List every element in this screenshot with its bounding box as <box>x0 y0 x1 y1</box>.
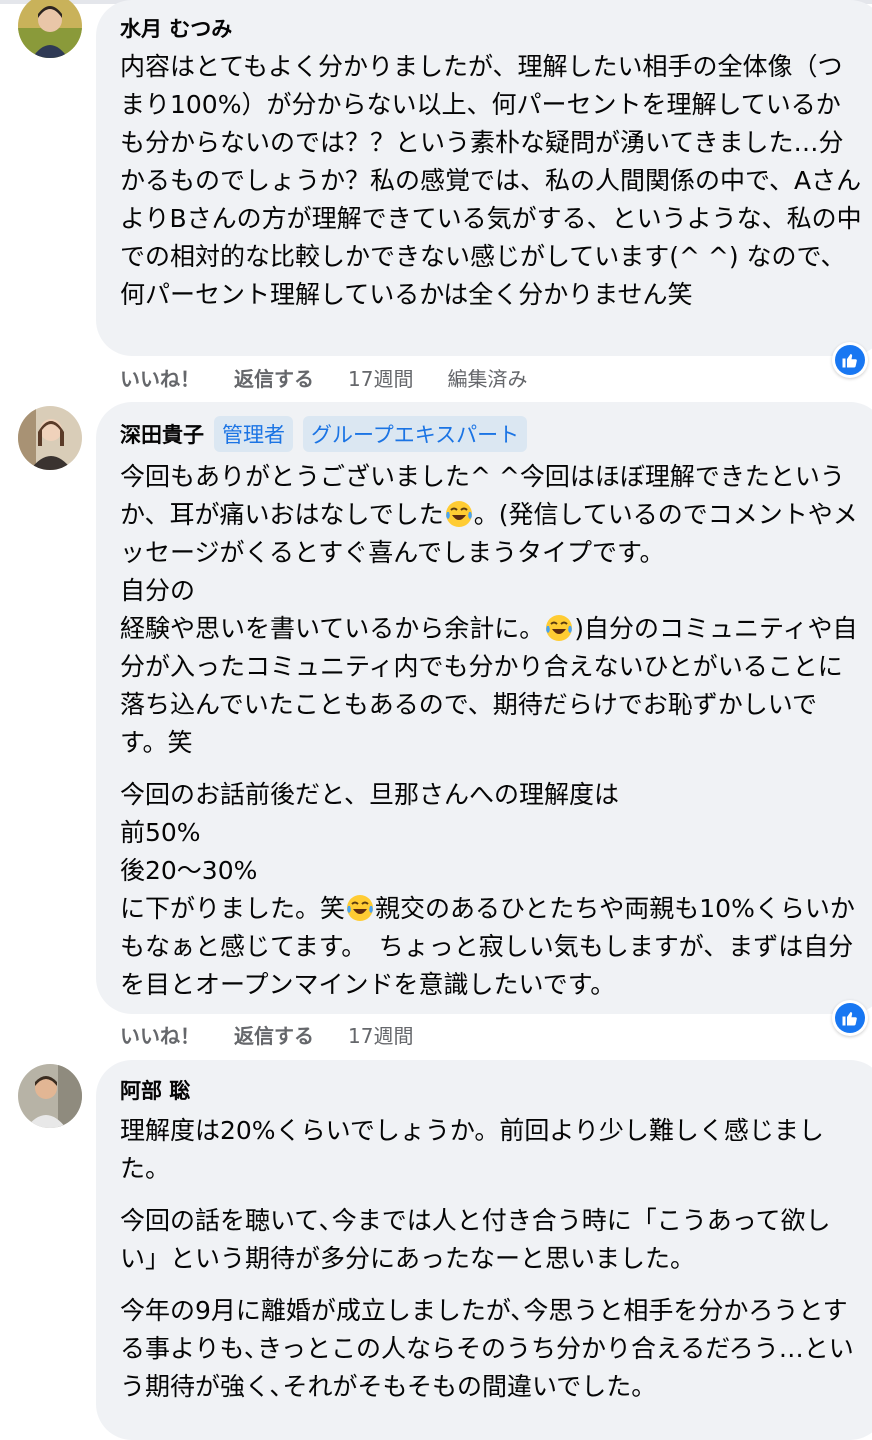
tears-of-joy-emoji-icon <box>347 895 374 921</box>
comment-text-paragraph-2: 今回の話を聴いて､今までは人と付き合う時に「こうあって欲しい」という期待が多分に… <box>120 1206 831 1273</box>
comment-text-paragraph-2: 今回のお話前後だと、旦那さんへの理解度は 前50% 後20〜30% に下がりました。笑… <box>120 776 862 1004</box>
tears-of-joy-emoji-icon <box>546 615 573 641</box>
admin-badge: 管理者 <box>214 416 293 452</box>
comment-bubble: 阿部 聡 理解度は20%くらいでしょうか。前回より少し難しく感じました。 今回の… <box>96 1060 872 1440</box>
text-segment: 後20〜30% <box>120 856 258 885</box>
tears-of-joy-emoji-icon <box>445 501 472 527</box>
text-segment: 前50% <box>120 818 201 847</box>
text-segment: 経験や思いを書いているから余計に。 <box>120 614 545 643</box>
like-reaction-badge[interactable] <box>832 342 868 378</box>
author-name[interactable]: 深田貴子 <box>120 419 204 449</box>
text-segment: 自分の <box>120 576 196 605</box>
timestamp[interactable]: 17週間 <box>348 1020 413 1049</box>
avatar[interactable] <box>18 406 82 470</box>
group-expert-badge: グループエキスパート <box>303 416 528 452</box>
like-button[interactable]: いいね！ <box>120 1020 200 1049</box>
edited-label: 編集済み <box>447 366 528 391</box>
author-name[interactable]: 阿部 聡 <box>120 1075 190 1105</box>
thumbs-up-icon <box>842 354 857 368</box>
like-reaction-badge[interactable] <box>832 1000 868 1036</box>
timestamp[interactable]: 17週間 <box>348 363 413 392</box>
reply-button[interactable]: 返信する <box>234 1020 314 1049</box>
avatar-photo <box>18 1064 82 1128</box>
avatar[interactable] <box>18 1064 82 1128</box>
comment-text-paragraph-1: 今回もありがとうございました^ ^今回はほぼ理解できたというか、耳が痛いおはなし… <box>120 458 862 762</box>
comment-text-paragraph-3: 今年の9月に離婚が成立しましたが､今思うと相手を分かろうとする事よりも､きっとこ… <box>120 1296 854 1401</box>
avatar-photo <box>18 0 82 58</box>
avatar[interactable] <box>18 0 82 58</box>
comment-bubble: 水月 むつみ 内容はとてもよく分かりましたが、理解したい相手の全体像（つまり10… <box>96 0 872 356</box>
comment-text-paragraph-1: 理解度は20%くらいでしょうか。前回より少し難しく感じました。 <box>120 1116 824 1183</box>
comment-text: 内容はとてもよく分かりましたが、理解したい相手の全体像（つまり100%）が分から… <box>120 52 862 309</box>
text-segment: 今回のお話前後だと、旦那さんへの理解度は <box>120 780 620 809</box>
like-button[interactable]: いいね！ <box>120 363 200 392</box>
author-name[interactable]: 水月 むつみ <box>120 13 232 43</box>
thumbs-up-icon <box>842 1012 857 1026</box>
text-segment: に下がりました。笑 <box>120 894 346 923</box>
comment-actions: いいね！ 返信する 17週間 <box>120 1019 413 1049</box>
reply-button[interactable]: 返信する <box>234 363 314 392</box>
comment-actions: いいね！ 返信する 17週間 編集済み <box>120 362 527 392</box>
avatar-photo <box>18 406 82 470</box>
comment-bubble: 深田貴子 管理者 グループエキスパート 今回もありがとうございました^ ^今回は… <box>96 402 872 1014</box>
